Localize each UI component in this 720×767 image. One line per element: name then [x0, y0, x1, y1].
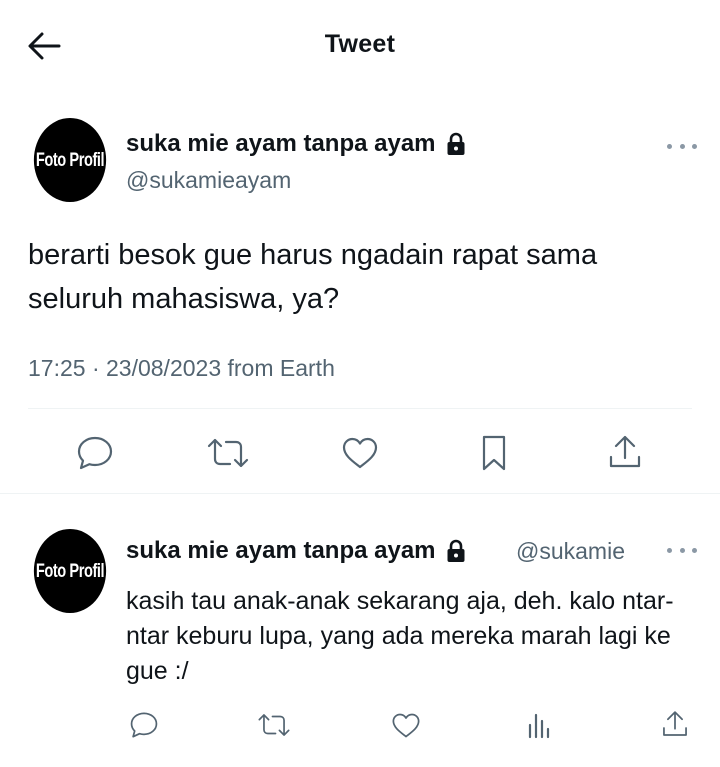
reply-icon [77, 436, 113, 470]
avatar-label: Foto Profil [35, 148, 105, 171]
more-options-button[interactable] [667, 136, 697, 156]
more-dot [692, 547, 697, 553]
retweet-button[interactable] [255, 708, 293, 742]
reply-icon [130, 712, 158, 738]
views-button[interactable] [522, 708, 556, 742]
more-dot [679, 547, 685, 553]
avatar[interactable]: Foto Profil [33, 529, 107, 613]
reply-more-options-button[interactable] [667, 540, 697, 560]
reply-author-handle[interactable]: @sukamie [516, 538, 625, 565]
more-dot [667, 547, 672, 553]
display-name-text: suka mie ayam tanpa ayam [126, 537, 436, 564]
tweet-timestamp[interactable]: 17:25 · 23/08/2023 from Earth [28, 355, 335, 382]
author-display-name[interactable]: suka mie ayam tanpa ayam [126, 130, 466, 158]
retweet-button[interactable] [205, 433, 251, 473]
bookmark-button[interactable] [474, 433, 514, 473]
lock-icon [447, 132, 465, 155]
more-dot [667, 143, 672, 149]
tweet-text: berarti besok gue harus ngadain rapat sa… [28, 239, 598, 315]
more-dot [679, 143, 685, 149]
avatar[interactable]: Foto Profil [33, 118, 107, 202]
divider [0, 493, 720, 494]
like-icon [392, 713, 420, 737]
display-name-text: suka mie ayam tanpa ayam [126, 130, 436, 157]
divider [28, 408, 692, 409]
lock-icon [447, 539, 465, 562]
like-icon [342, 437, 378, 469]
like-button[interactable] [339, 433, 381, 473]
avatar-label: Foto Profil [35, 559, 105, 582]
share-button[interactable] [657, 706, 693, 742]
reply-button[interactable] [126, 708, 162, 742]
reply-tweet-text: kasih tau anak-anak sekarang aja, deh. k… [126, 587, 674, 685]
reply-button[interactable] [74, 433, 116, 473]
share-button[interactable] [604, 431, 646, 473]
views-icon [528, 713, 550, 739]
page-title: Tweet [324, 30, 396, 58]
author-handle[interactable]: @sukamieayam [126, 167, 291, 194]
top-bar: Tweet [0, 0, 720, 94]
retweet-icon [207, 438, 249, 468]
like-button[interactable] [389, 708, 423, 742]
retweet-icon [258, 714, 290, 736]
bookmark-icon [482, 435, 506, 471]
share-icon [609, 435, 641, 468]
more-dot [692, 143, 697, 149]
share-icon [663, 711, 687, 736]
reply-author-display-name[interactable]: suka mie ayam tanpa ayam [126, 537, 466, 565]
